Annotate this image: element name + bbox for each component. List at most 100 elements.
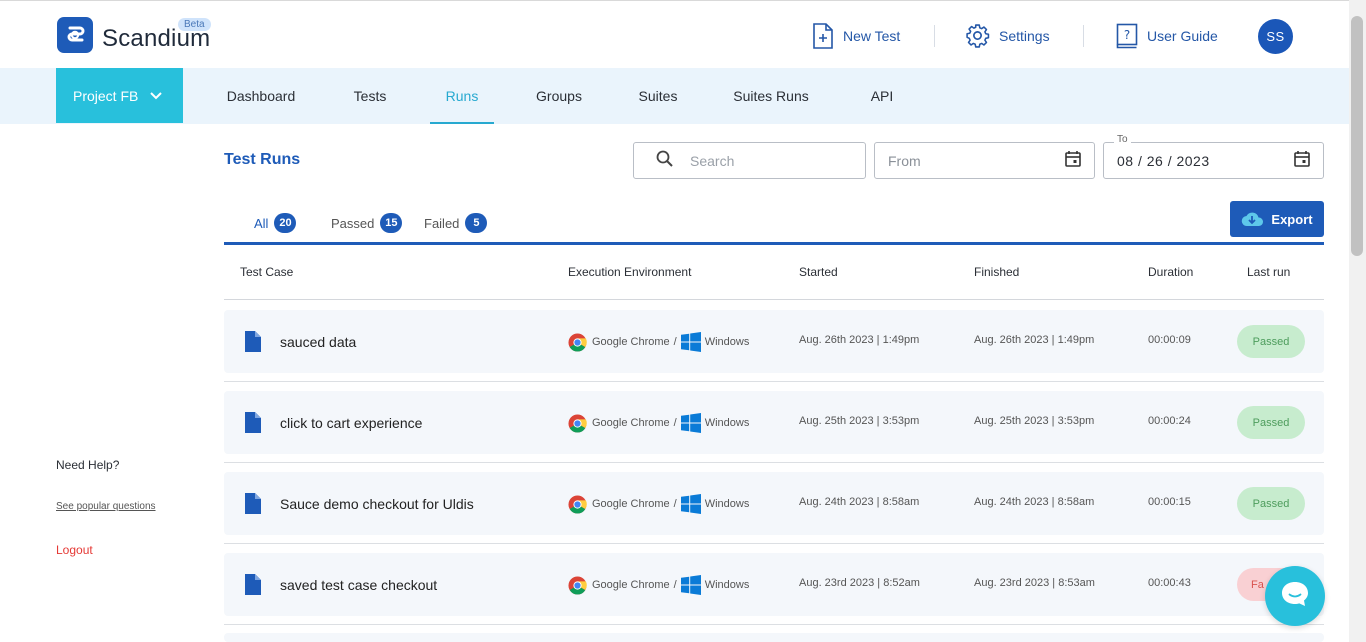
guide-book-icon: ? — [1116, 23, 1138, 49]
started-time: Aug. 24th 2023 | 8:58am — [799, 496, 920, 508]
table-row[interactable]: saved test case checkout Google Chrome /… — [224, 553, 1324, 616]
logout-link[interactable]: Logout — [56, 543, 93, 557]
chrome-icon — [568, 575, 587, 595]
execution-environment: Google Chrome / Windows — [568, 575, 749, 595]
filter-passed-label: Passed — [331, 215, 375, 231]
chrome-icon — [568, 413, 587, 433]
file-icon — [244, 331, 261, 357]
duration: 00:00:43 — [1148, 577, 1191, 589]
browser-name: Google Chrome — [592, 498, 670, 510]
finished-time: Aug. 25th 2023 | 3:53pm — [974, 415, 1095, 427]
filter-passed-count: 15 — [380, 213, 403, 233]
search-icon — [656, 150, 673, 172]
user-avatar[interactable]: SS — [1258, 19, 1293, 54]
tab-runs[interactable]: Runs — [430, 68, 494, 124]
beta-badge: Beta — [178, 18, 211, 31]
search-placeholder: Search — [690, 152, 735, 169]
filter-passed-tab[interactable]: Passed 15 — [331, 201, 403, 245]
from-date-field[interactable]: From — [874, 142, 1095, 179]
finished-time: Aug. 23rd 2023 | 8:53am — [974, 577, 1095, 589]
search-input[interactable]: Search — [633, 142, 866, 179]
windows-icon — [680, 332, 701, 352]
table-row[interactable]: sauced data Google Chrome / Windows Aug.… — [224, 310, 1324, 373]
duration: 00:00:15 — [1148, 496, 1191, 508]
new-file-icon — [812, 23, 834, 49]
test-case-name[interactable]: sauced data — [280, 334, 356, 350]
divider — [934, 25, 935, 47]
row-divider — [224, 381, 1324, 382]
new-test-button[interactable]: New Test — [812, 23, 900, 49]
user-guide-button[interactable]: ? User Guide — [1116, 23, 1218, 49]
table-row[interactable]: click to cart experience Google Chrome /… — [224, 391, 1324, 454]
status-badge: Passed — [1237, 487, 1305, 520]
settings-button[interactable]: Settings — [965, 23, 1050, 48]
calendar-icon[interactable] — [1064, 150, 1082, 171]
scrollbar-thumb[interactable] — [1351, 16, 1363, 256]
tab-tests[interactable]: Tests — [346, 68, 394, 124]
col-finished: Finished — [974, 265, 1020, 279]
windows-icon — [680, 575, 701, 595]
export-label: Export — [1271, 211, 1313, 227]
file-icon — [244, 493, 261, 519]
page-scrollbar[interactable] — [1349, 0, 1366, 642]
chevron-down-icon — [150, 91, 163, 100]
need-help-heading: Need Help? — [56, 458, 120, 472]
filter-failed-label: Failed — [424, 215, 460, 231]
brand-logo[interactable]: Scandium Beta — [57, 17, 211, 53]
user-guide-label: User Guide — [1147, 28, 1218, 44]
calendar-icon[interactable] — [1293, 150, 1311, 171]
col-test-case: Test Case — [240, 265, 294, 279]
tab-dashboard[interactable]: Dashboard — [220, 68, 302, 124]
execution-environment: Google Chrome / Windows — [568, 413, 749, 433]
gear-icon — [965, 23, 990, 48]
filter-all-tab[interactable]: All 20 — [254, 201, 297, 245]
chrome-icon — [568, 332, 587, 352]
started-time: Aug. 26th 2023 | 1:49pm — [799, 334, 920, 346]
project-name: Project FB — [73, 87, 139, 104]
windows-icon — [680, 494, 701, 514]
finished-time: Aug. 26th 2023 | 1:49pm — [974, 334, 1095, 346]
tab-api[interactable]: API — [864, 68, 900, 124]
new-test-label: New Test — [843, 28, 901, 44]
filter-all-count: 20 — [274, 213, 297, 233]
execution-environment: Google Chrome / Windows — [568, 332, 749, 352]
popular-questions-link[interactable]: See popular questions — [56, 501, 156, 512]
filter-all-label: All — [254, 215, 269, 231]
os-name: Windows — [704, 579, 750, 591]
started-time: Aug. 23rd 2023 | 8:52am — [799, 577, 920, 589]
browser-name: Google Chrome — [592, 336, 670, 348]
status-badge: Passed — [1237, 325, 1305, 358]
to-date-field[interactable]: 08 / 26 / 2023 — [1103, 142, 1324, 179]
finished-time: Aug. 24th 2023 | 8:58am — [974, 496, 1095, 508]
test-case-name[interactable]: Sauce demo checkout for Uldis — [280, 496, 474, 512]
col-execution-environment: Execution Environment — [568, 265, 692, 279]
chat-widget-button[interactable] — [1265, 566, 1325, 626]
duration: 00:00:09 — [1148, 334, 1191, 346]
row-divider — [224, 543, 1324, 544]
file-icon — [244, 412, 261, 438]
test-case-name[interactable]: click to cart experience — [280, 415, 422, 431]
project-selector[interactable]: Project FB — [56, 68, 183, 123]
col-last-run: Last run — [1247, 265, 1291, 279]
col-started: Started — [799, 265, 838, 279]
os-name: Windows — [704, 498, 750, 510]
tab-suites-runs[interactable]: Suites Runs — [726, 68, 816, 124]
file-icon — [244, 574, 261, 600]
tab-groups[interactable]: Groups — [528, 68, 590, 124]
browser-name: Google Chrome — [592, 417, 670, 429]
table-row[interactable] — [224, 633, 1324, 642]
chat-bubble-icon — [1280, 580, 1310, 613]
os-name: Windows — [704, 336, 750, 348]
tab-suites[interactable]: Suites — [630, 68, 686, 124]
svg-text:?: ? — [1124, 28, 1130, 42]
duration: 00:00:24 — [1148, 415, 1191, 427]
scandium-logo-icon — [57, 17, 93, 53]
table-row[interactable]: Sauce demo checkout for Uldis Google Chr… — [224, 472, 1324, 535]
export-button[interactable]: Export — [1230, 201, 1324, 237]
started-time: Aug. 25th 2023 | 3:53pm — [799, 415, 920, 427]
filter-failed-count: 5 — [465, 213, 488, 233]
os-name: Windows — [704, 417, 750, 429]
filter-failed-tab[interactable]: Failed 5 — [424, 201, 488, 245]
test-case-name[interactable]: saved test case checkout — [280, 577, 437, 593]
execution-environment: Google Chrome / Windows — [568, 494, 749, 514]
